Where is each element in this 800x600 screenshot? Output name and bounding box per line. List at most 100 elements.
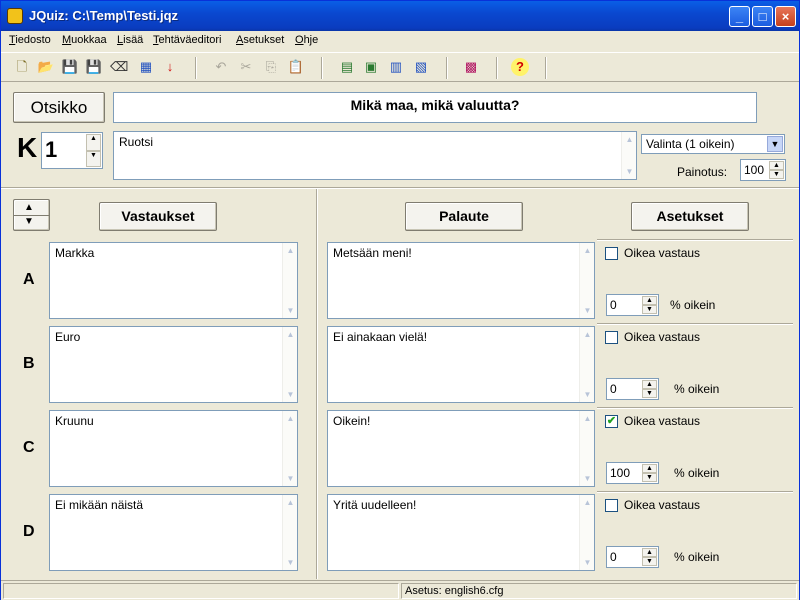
menu-ohje[interactable]: Ohje: [295, 34, 318, 46]
menu-ohje-label: hje: [303, 34, 319, 46]
scroll-up-icon[interactable]: ▲: [623, 133, 636, 146]
scroll-down-icon[interactable]: ▼: [581, 388, 594, 401]
minimize-button[interactable]: _: [729, 6, 750, 27]
menu-tiedosto[interactable]: Tiedosto: [9, 34, 51, 46]
spin-down-icon[interactable]: ▼: [769, 170, 784, 179]
feedback-button[interactable]: Palaute: [405, 202, 523, 231]
question-scrollbar[interactable]: ▲ ▼: [621, 132, 636, 179]
copy-icon[interactable]: ⎘: [262, 58, 280, 76]
feedback-scrollbar[interactable]: ▲ ▼: [579, 243, 594, 318]
question-type-select[interactable]: Valinta (1 oikein) ▼: [641, 134, 785, 154]
spin-down-icon[interactable]: ▼: [642, 473, 657, 482]
answer-text-area[interactable]: Euro ▲ ▼: [49, 326, 298, 403]
chevron-down-icon[interactable]: ▼: [767, 136, 783, 152]
scroll-down-icon[interactable]: ▼: [581, 304, 594, 317]
cut-icon[interactable]: ✂: [237, 58, 255, 76]
paste-icon[interactable]: 📋: [287, 58, 305, 76]
export-html-icon[interactable]: ▤: [338, 58, 356, 76]
correct-checkbox[interactable]: [605, 331, 618, 344]
spin-up-icon[interactable]: ▲: [769, 161, 784, 170]
answer-scrollbar[interactable]: ▲ ▼: [282, 243, 297, 318]
spin-up-icon[interactable]: ▲: [642, 380, 657, 389]
feedback-text-area[interactable]: Yritä uudelleen! ▲ ▼: [327, 494, 595, 571]
spin-down-icon[interactable]: ▼: [642, 557, 657, 566]
feedback-text-area[interactable]: Metsään meni! ▲ ▼: [327, 242, 595, 319]
weight-spinner[interactable]: 100 ▲ ▼: [740, 159, 786, 181]
scroll-up-icon[interactable]: ▲: [284, 412, 297, 425]
scroll-down-icon[interactable]: ▼: [284, 472, 297, 485]
title-bar[interactable]: JQuiz: C:\Temp\Testi.jqz _ □ ×: [1, 1, 799, 31]
undo-icon[interactable]: ↶: [212, 58, 230, 76]
scroll-down-icon[interactable]: ▼: [581, 556, 594, 569]
percent-value: 0: [610, 298, 617, 312]
scroll-down-icon[interactable]: ▼: [284, 388, 297, 401]
eraser-icon[interactable]: ⌫: [110, 58, 128, 76]
answer-scrollbar[interactable]: ▲ ▼: [282, 327, 297, 402]
spin-down-icon[interactable]: ▼: [642, 305, 657, 314]
spin-up-icon[interactable]: ▲: [642, 464, 657, 473]
correct-checkbox[interactable]: [605, 247, 618, 260]
scroll-up-icon[interactable]: ▲: [581, 328, 594, 341]
scroll-up-icon[interactable]: ▲: [284, 244, 297, 257]
spin-down-icon[interactable]: ▼: [642, 389, 657, 398]
arrow-down-icon[interactable]: ↓: [161, 58, 179, 76]
spin-up-icon[interactable]: ▲: [642, 296, 657, 305]
percent-label: % oikein: [674, 550, 720, 564]
title-field[interactable]: Mikä maa, mikä valuutta?: [113, 92, 757, 123]
reorder-button[interactable]: ▲ ▼: [13, 199, 50, 231]
save-icon[interactable]: 💾: [61, 58, 79, 76]
scroll-up-icon[interactable]: ▲: [581, 244, 594, 257]
save-as-icon[interactable]: 💾: [85, 58, 103, 76]
feedback-text-area[interactable]: Oikein! ▲ ▼: [327, 410, 595, 487]
feedback-text-area[interactable]: Ei ainakaan vielä! ▲ ▼: [327, 326, 595, 403]
scroll-down-icon[interactable]: ▼: [581, 472, 594, 485]
correct-checkbox[interactable]: ✔: [605, 415, 618, 428]
maximize-button[interactable]: □: [752, 6, 773, 27]
menu-tehtavaeditori[interactable]: Tehtäväeditori: [153, 34, 222, 46]
percent-spinner[interactable]: 0 ▲ ▼: [606, 378, 659, 400]
answer-text-area[interactable]: Kruunu ▲ ▼: [49, 410, 298, 487]
correct-label: Oikea vastaus: [624, 330, 701, 344]
answers-button[interactable]: Vastaukset: [99, 202, 217, 231]
config-icon[interactable]: ▩: [462, 58, 480, 76]
answer-text-area[interactable]: Ei mikään näistä ▲ ▼: [49, 494, 298, 571]
question-number-spinner[interactable]: 1 ▲ ▼: [41, 132, 103, 169]
percent-spinner[interactable]: 0 ▲ ▼: [606, 546, 659, 568]
new-file-icon[interactable]: 🗋: [13, 58, 31, 76]
question-text-area[interactable]: Ruotsi ▲ ▼: [113, 131, 637, 180]
open-folder-icon[interactable]: 📂: [37, 58, 55, 76]
app-icon[interactable]: [7, 8, 23, 24]
answer-scrollbar[interactable]: ▲ ▼: [282, 411, 297, 486]
feedback-scrollbar[interactable]: ▲ ▼: [579, 327, 594, 402]
answer-text-area[interactable]: Markka ▲ ▼: [49, 242, 298, 319]
menu-muokkaa[interactable]: Muokkaa: [62, 34, 107, 46]
title-button[interactable]: Otsikko: [13, 92, 105, 123]
scroll-up-icon[interactable]: ▲: [284, 328, 297, 341]
export-drag-icon[interactable]: ▥: [387, 58, 405, 76]
answer-scrollbar[interactable]: ▲ ▼: [282, 495, 297, 570]
feedback-scrollbar[interactable]: ▲ ▼: [579, 495, 594, 570]
help-icon[interactable]: ?: [511, 58, 529, 76]
feedback-scrollbar[interactable]: ▲ ▼: [579, 411, 594, 486]
percent-spinner[interactable]: 100 ▲ ▼: [606, 462, 659, 484]
menu-lisaa[interactable]: Lisää: [117, 34, 143, 46]
scroll-down-icon[interactable]: ▼: [623, 165, 636, 178]
percent-spinner[interactable]: 0 ▲ ▼: [606, 294, 659, 316]
scroll-up-icon[interactable]: ▲: [284, 496, 297, 509]
scroll-down-icon[interactable]: ▼: [284, 556, 297, 569]
menu-asetukset[interactable]: Asetukset: [236, 34, 284, 46]
spin-up-icon[interactable]: ▲: [642, 548, 657, 557]
scroll-up-icon[interactable]: ▲: [581, 496, 594, 509]
scroll-up-icon[interactable]: ▲: [581, 412, 594, 425]
move-up-icon: ▲: [24, 202, 34, 213]
export-page-icon[interactable]: ▣: [362, 58, 380, 76]
spin-up-icon[interactable]: ▲: [86, 134, 101, 151]
correct-checkbox[interactable]: [605, 499, 618, 512]
web-export-icon[interactable]: ▦: [137, 58, 155, 76]
close-button[interactable]: ×: [775, 6, 796, 27]
export-frames-icon[interactable]: ▧: [412, 58, 430, 76]
scroll-down-icon[interactable]: ▼: [284, 304, 297, 317]
menu-tehtavaeditori-label: ehtäväeditori: [158, 34, 222, 46]
spin-down-icon[interactable]: ▼: [86, 150, 101, 167]
settings-button[interactable]: Asetukset: [631, 202, 749, 231]
